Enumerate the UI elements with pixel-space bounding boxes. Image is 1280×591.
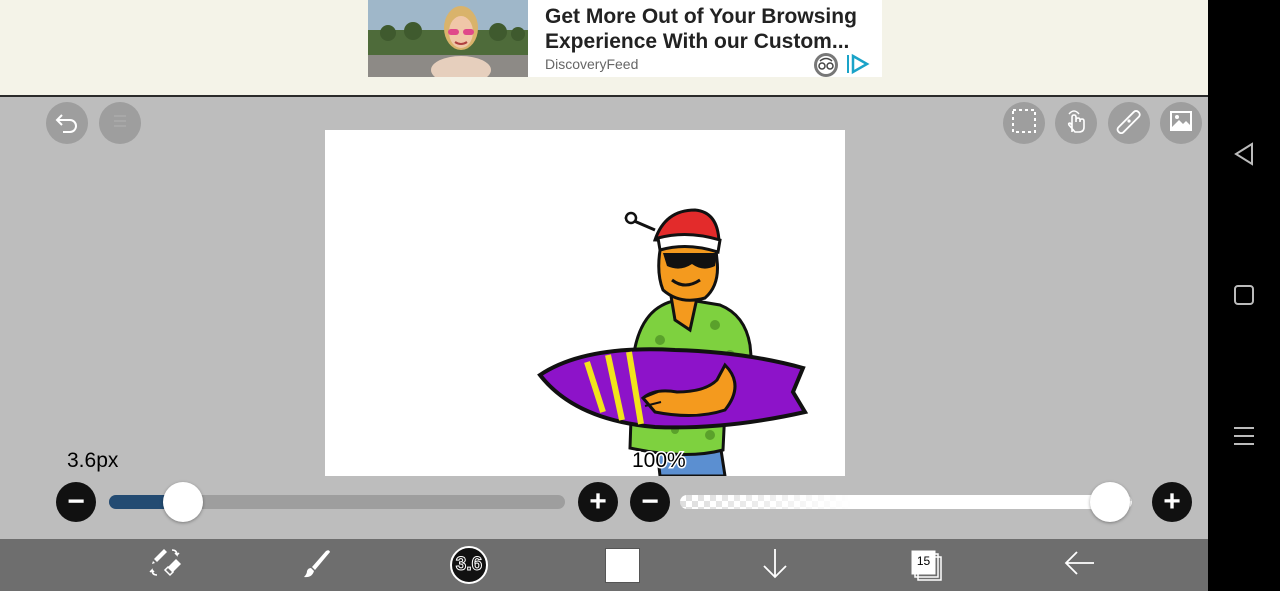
minus-icon: − <box>67 485 85 518</box>
opacity-label: 100% <box>631 448 688 474</box>
opacity-slider-fill <box>680 495 1110 509</box>
undo-button[interactable] <box>46 102 88 144</box>
back-button[interactable] <box>1060 545 1100 585</box>
brush-size-badge-text: 3.6 <box>455 554 483 576</box>
ad-image[interactable] <box>368 0 528 77</box>
ruler-button[interactable] <box>1108 102 1150 144</box>
swap-pen-eraser-icon <box>148 545 184 586</box>
ad-source: DiscoveryFeed <box>545 56 639 72</box>
undo-icon <box>54 108 80 139</box>
system-home-icon[interactable] <box>1226 277 1262 313</box>
layers-button[interactable]: 15 <box>906 545 946 585</box>
image-button[interactable] <box>1160 102 1202 144</box>
layers-icon: 15 <box>909 548 943 582</box>
redo-icon <box>107 108 133 139</box>
ad-title[interactable]: Get More Out of Your Browsing Experience… <box>545 4 875 54</box>
system-back-icon[interactable] <box>1226 136 1262 172</box>
color-swatch <box>604 547 640 583</box>
brush-button[interactable] <box>296 545 336 585</box>
brush-icon <box>298 545 334 586</box>
hand-icon <box>1063 108 1089 139</box>
color-button[interactable] <box>602 545 642 585</box>
minus-icon: − <box>641 485 659 518</box>
system-menu-icon[interactable] <box>1226 418 1262 454</box>
opacity-decrease-button[interactable]: − <box>630 482 670 522</box>
hand-button[interactable] <box>1055 102 1097 144</box>
plus-icon: + <box>1163 485 1181 518</box>
brush-size-badge: 3.6 <box>450 546 488 584</box>
ad-divider <box>0 95 1208 97</box>
arrow-down-icon <box>757 545 793 586</box>
drawing-canvas[interactable] <box>325 130 845 476</box>
selection-button[interactable] <box>1003 102 1045 144</box>
ad-logo-icon <box>813 52 839 78</box>
ad-card[interactable]: Get More Out of Your Browsing Experience… <box>368 0 882 77</box>
plus-icon: + <box>589 485 607 518</box>
layers-count: 15 <box>916 554 931 568</box>
opacity-increase-button[interactable]: + <box>1152 482 1192 522</box>
ruler-icon <box>1116 108 1142 139</box>
brush-size-increase-button[interactable]: + <box>578 482 618 522</box>
opacity-slider-thumb[interactable] <box>1090 482 1130 522</box>
selection-icon <box>1011 108 1037 139</box>
image-icon <box>1168 108 1194 139</box>
brush-size-slider-thumb[interactable] <box>163 482 204 522</box>
move-down-button[interactable] <box>755 545 795 585</box>
ad-choices-icon[interactable] <box>845 52 871 76</box>
swap-pen-eraser-button[interactable] <box>146 545 186 585</box>
brush-size-button[interactable]: 3.6 <box>449 545 489 585</box>
redo-button[interactable] <box>99 102 141 144</box>
brush-size-decrease-button[interactable]: − <box>56 482 96 522</box>
canvas-artwork <box>537 208 809 476</box>
arrow-left-icon <box>1062 545 1098 586</box>
brush-size-label: 3.6px <box>67 449 119 472</box>
